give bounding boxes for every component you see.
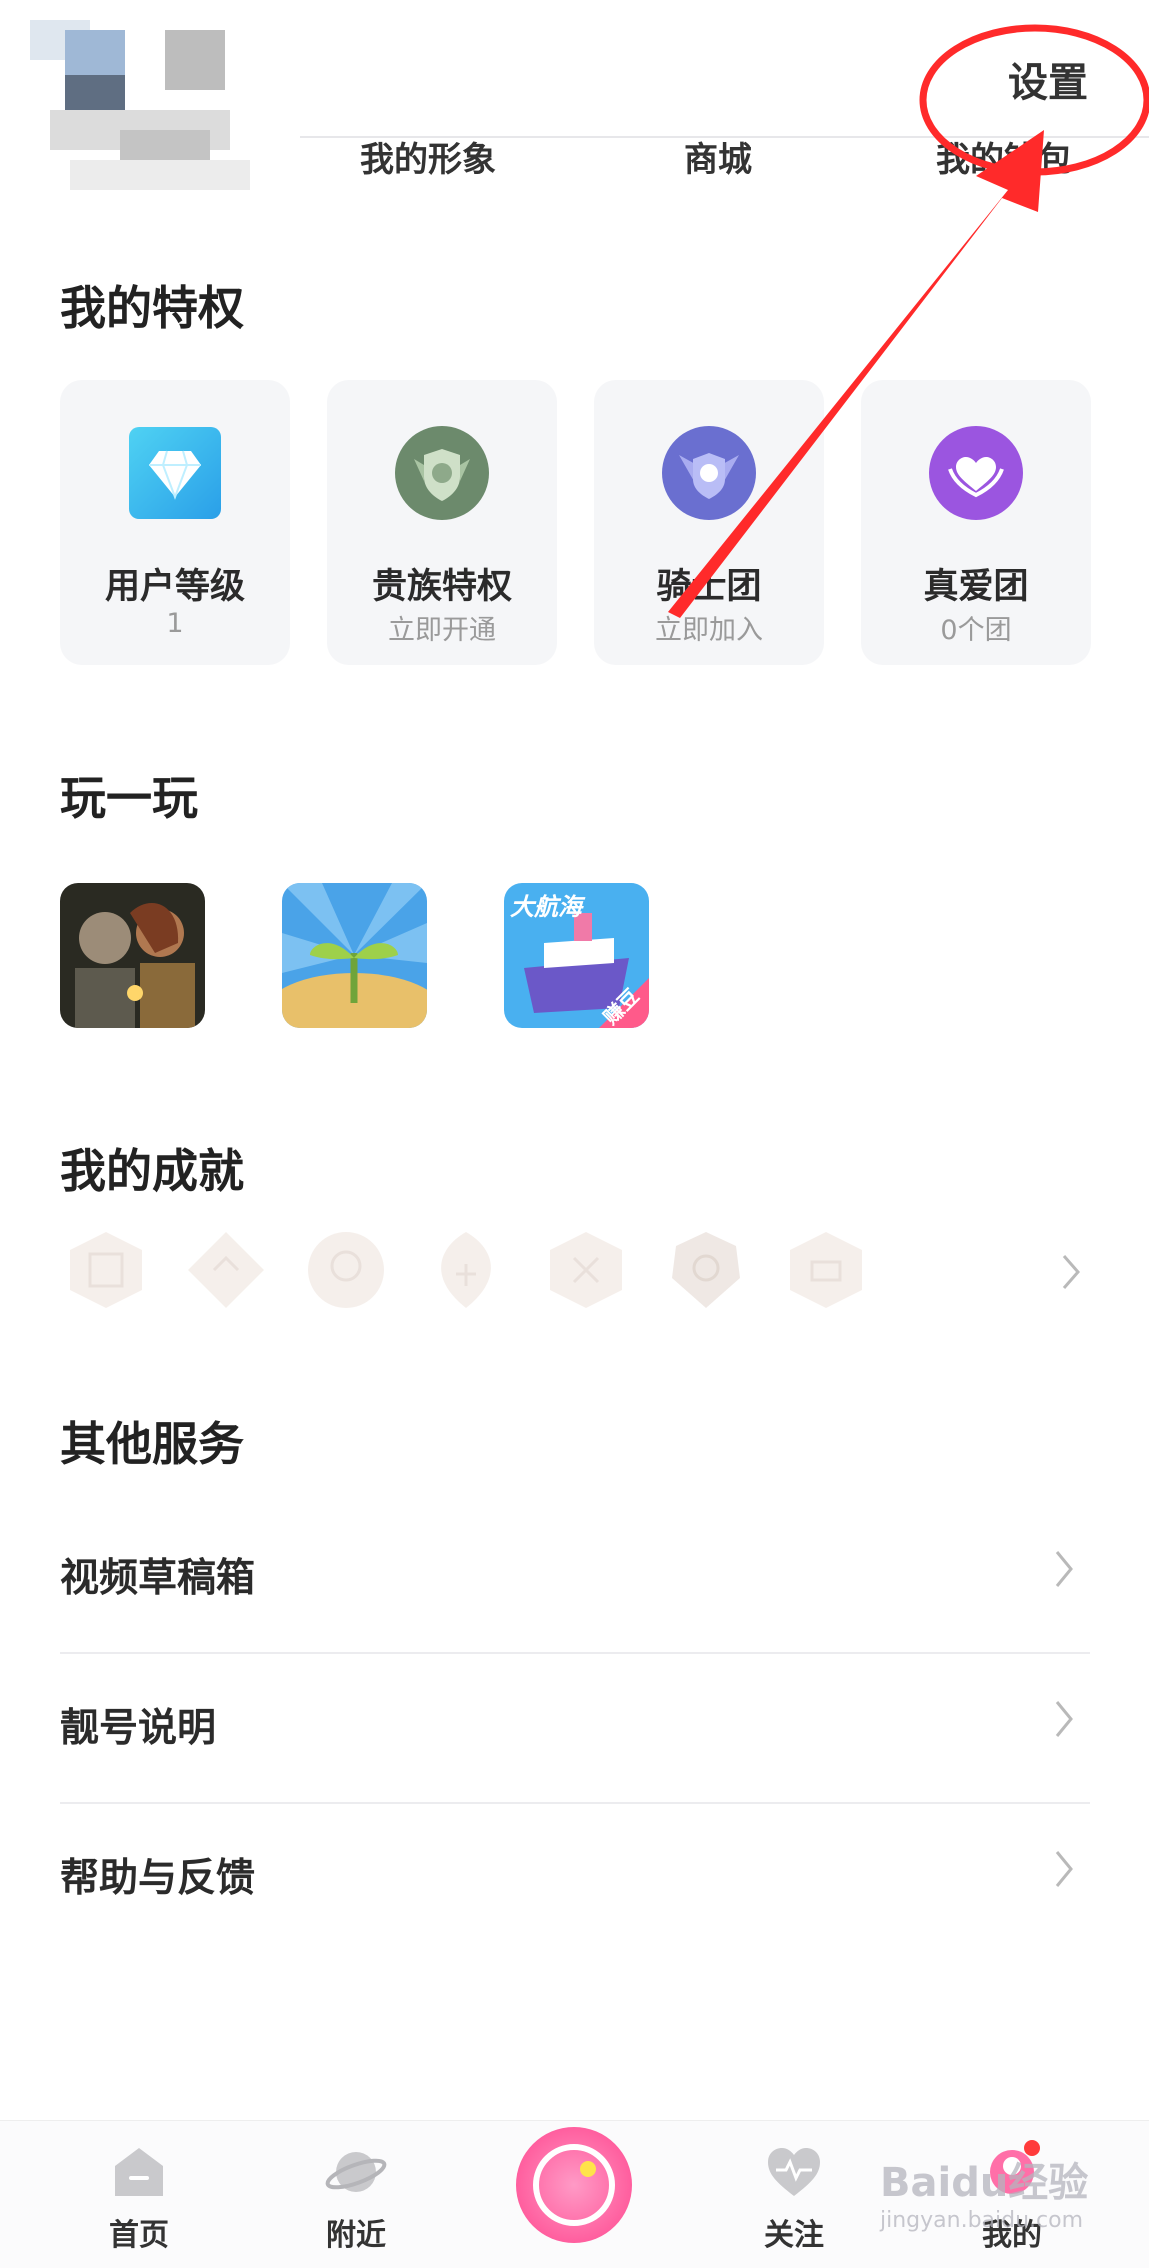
tab-label: 关注	[764, 2218, 824, 2253]
badge-3-icon	[308, 1232, 384, 1308]
user-avatar-blurred[interactable]	[30, 20, 250, 190]
live-record-icon	[516, 2127, 632, 2243]
chevron-right-icon	[1055, 1551, 1073, 1587]
privilege-name: 贵族特权	[371, 567, 512, 607]
privilege-sub: 立即加入	[655, 615, 763, 646]
knight-shield-icon	[662, 426, 756, 520]
tab-nearby[interactable]: 附近	[286, 2140, 426, 2254]
diamond-icon	[129, 427, 221, 519]
privilege-card-true-love[interactable]: 真爱团 0个团	[861, 380, 1091, 665]
play-title: 玩一玩	[60, 771, 198, 825]
home-icon	[115, 2148, 163, 2196]
privilege-card-user-level[interactable]: 用户等级 1	[60, 380, 290, 665]
chevron-right-icon	[1055, 1701, 1073, 1737]
privilege-sub: 立即开通	[388, 615, 496, 646]
badge-2-icon	[188, 1232, 264, 1308]
tab-label: 附近	[326, 2218, 386, 2253]
tab-label: 首页	[109, 2218, 169, 2253]
privilege-sub: 0个团	[940, 615, 1012, 646]
settings-button[interactable]: 设置	[1008, 50, 1088, 108]
my-avatar-link[interactable]: 我的形象	[360, 132, 496, 181]
privileges-title: 我的特权	[60, 281, 244, 335]
privilege-card-knights[interactable]: 骑士团 立即加入	[594, 380, 824, 665]
badge-7-icon	[790, 1232, 862, 1308]
privilege-name: 真爱团	[923, 567, 1029, 607]
my-wallet-link[interactable]: 我的钱包	[936, 132, 1072, 181]
badge-4-icon	[441, 1232, 491, 1308]
baidu-jingyan-watermark: Baidu经验 jingyan.baidu.com	[880, 2150, 1140, 2260]
noble-shield-icon	[395, 426, 489, 520]
privilege-sub: 1	[166, 608, 184, 639]
watermark-url: jingyan.baidu.com	[880, 2208, 1084, 2233]
privilege-name: 骑士团	[656, 567, 762, 607]
tab-home[interactable]: 首页	[69, 2140, 209, 2254]
service-video-drafts[interactable]: 视频草稿箱	[60, 1502, 1090, 1652]
service-help-feedback[interactable]: 帮助与反馈	[60, 1802, 1090, 1952]
privilege-card-noble[interactable]: 贵族特权 立即开通	[327, 380, 557, 665]
planet-icon	[325, 2152, 387, 2192]
game-voyage-icon[interactable]: 大航海 赚豆	[504, 883, 649, 1028]
badge-6-icon	[672, 1232, 740, 1308]
service-label: 视频草稿箱	[60, 1556, 256, 1601]
game-warriors-icon[interactable]	[60, 883, 205, 1028]
watermark-brand: Baidu经验	[880, 2160, 1089, 2206]
heart-icon	[929, 426, 1023, 520]
services-title: 其他服务	[60, 1417, 244, 1471]
shop-link[interactable]: 商城	[684, 132, 752, 181]
service-vanity-number[interactable]: 靓号说明	[60, 1652, 1090, 1802]
service-label: 帮助与反馈	[60, 1856, 256, 1901]
game-voyage-caption: 大航海	[510, 893, 582, 921]
achievements-title: 我的成就	[60, 1144, 244, 1198]
heart-pulse-icon	[768, 2148, 820, 2196]
chevron-right-icon	[1055, 1851, 1073, 1887]
game-sprout-icon[interactable]	[282, 883, 427, 1028]
achievements-chevron-right-icon[interactable]	[1056, 1250, 1086, 1294]
tab-follow[interactable]: 关注	[724, 2140, 864, 2254]
privilege-name: 用户等级	[104, 567, 245, 607]
badge-1-icon	[70, 1232, 142, 1308]
badge-5-icon	[550, 1232, 622, 1308]
service-label: 靓号说明	[60, 1706, 217, 1751]
tab-live-record[interactable]	[514, 2125, 634, 2245]
